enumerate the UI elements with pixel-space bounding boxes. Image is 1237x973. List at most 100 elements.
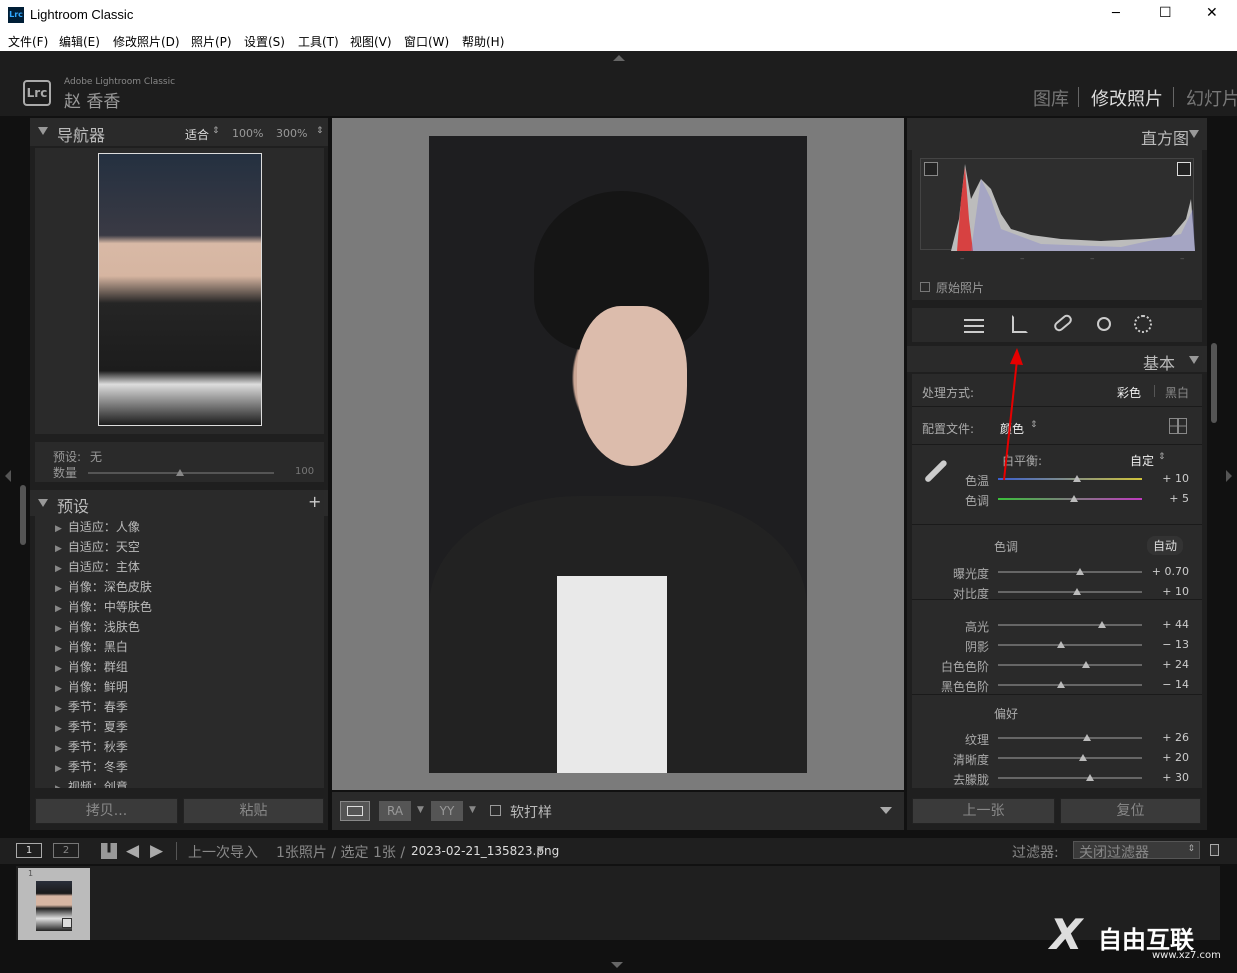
basic-header[interactable]: 基本 — [907, 346, 1207, 373]
top-panel-toggle-icon[interactable] — [613, 55, 625, 61]
filter-dropdown[interactable]: 关闭过滤器 ⇕ — [1073, 841, 1200, 861]
swap-before-after-button[interactable]: YY — [431, 801, 463, 821]
zoom-fit-chevron-icon[interactable]: ⇕ — [212, 126, 220, 136]
treatment-color[interactable]: 彩色 — [1117, 384, 1141, 401]
navigator-header[interactable]: 导航器 适合 ⇕ 100% 300% ⇕ — [30, 118, 328, 146]
slider-track[interactable] — [998, 737, 1142, 739]
module-library[interactable]: 图库 — [1033, 85, 1069, 111]
paste-button[interactable]: 粘贴 — [183, 798, 324, 824]
menu-tools[interactable]: 工具(T) — [298, 33, 339, 50]
slider-track[interactable] — [998, 591, 1142, 593]
slider-value[interactable]: − 13 — [1149, 638, 1189, 651]
slider-thumb[interactable] — [1057, 641, 1066, 648]
close-button[interactable]: ✕ — [1206, 5, 1218, 21]
grid-view-icon[interactable] — [101, 843, 117, 859]
filmstrip-thumbnail-cell[interactable]: 1 — [18, 868, 90, 940]
slider-track[interactable] — [998, 777, 1142, 779]
slider-value[interactable]: + 20 — [1149, 751, 1189, 764]
left-scrollbar[interactable] — [20, 485, 26, 545]
preset-item[interactable]: ▶ 自适应：主体 — [55, 558, 140, 575]
collapse-triangle-icon[interactable] — [1189, 130, 1199, 138]
maximize-button[interactable]: ☐ — [1159, 5, 1172, 21]
collapse-triangle-icon[interactable] — [38, 127, 48, 135]
profile-chevron-icon[interactable]: ⇕ — [1030, 420, 1038, 430]
menu-settings[interactable]: 设置(S) — [244, 33, 285, 50]
wb-chevron-icon[interactable]: ⇕ — [1158, 452, 1166, 462]
masking-tool-icon[interactable] — [1134, 315, 1152, 333]
slider-thumb[interactable] — [1078, 754, 1087, 761]
zoom-100[interactable]: 100% — [232, 127, 263, 140]
menu-help[interactable]: 帮助(H) — [462, 33, 504, 50]
forward-arrow-icon[interactable]: ▶ — [150, 841, 163, 861]
slider-value[interactable]: + 44 — [1149, 618, 1189, 631]
slider-track[interactable] — [998, 757, 1142, 759]
filter-lock-icon[interactable] — [1210, 844, 1219, 856]
menu-view[interactable]: 视图(V) — [350, 33, 392, 50]
preset-item[interactable]: ▶ 肖像：中等肤色 — [55, 598, 152, 615]
slider-thumb[interactable] — [1057, 681, 1066, 688]
minimize-button[interactable]: ─ — [1112, 6, 1120, 21]
healing-tool-icon[interactable] — [1052, 312, 1074, 334]
toolbar-menu-chevron-icon[interactable] — [880, 807, 892, 814]
preset-item[interactable]: ▶视频：创意 — [55, 778, 128, 788]
slider-value[interactable]: + 26 — [1149, 731, 1189, 744]
soft-proof-checkbox[interactable] — [490, 805, 501, 816]
preset-item[interactable]: ▶ 季节：夏季 — [55, 718, 128, 735]
slider-thumb[interactable] — [1081, 661, 1090, 668]
slider-value[interactable]: + 10 — [1149, 585, 1189, 598]
collapse-triangle-icon[interactable] — [1189, 356, 1199, 364]
menu-edit[interactable]: 编辑(E) — [59, 33, 100, 50]
sliders-icon[interactable] — [964, 316, 984, 334]
slider-value[interactable]: + 0.70 — [1149, 565, 1189, 578]
slider-thumb[interactable] — [1076, 568, 1085, 575]
preset-item[interactable]: ▶ 季节：春季 — [55, 698, 128, 715]
back-arrow-icon[interactable]: ◀ — [126, 841, 139, 861]
preset-item[interactable]: ▶ 肖像：深色皮肤 — [55, 578, 152, 595]
module-develop[interactable]: 修改照片 — [1091, 85, 1163, 111]
menu-photo[interactable]: 照片(P) — [191, 33, 232, 50]
slider-track[interactable] — [998, 664, 1142, 666]
before-after-lr-button[interactable]: RA — [379, 801, 411, 821]
profile-browser-grid-icon[interactable] — [1169, 418, 1187, 434]
bottom-panel-toggle-icon[interactable] — [611, 962, 623, 968]
source-label[interactable]: 上一次导入 — [188, 842, 258, 862]
preset-item[interactable]: ▶ 肖像：群组 — [55, 658, 128, 675]
preset-item[interactable]: ▶ 肖像：黑白 — [55, 638, 128, 655]
menu-window[interactable]: 窗口(W) — [404, 33, 449, 50]
slider-value[interactable]: + 30 — [1149, 771, 1189, 784]
left-panel-toggle-icon[interactable] — [5, 470, 11, 482]
preset-item[interactable]: ▶ 季节：冬季 — [55, 758, 128, 775]
before-after-chevron-icon[interactable]: ▼ — [417, 805, 424, 815]
tone-auto-button[interactable]: 自动 — [1147, 536, 1184, 555]
slider-track[interactable] — [998, 684, 1142, 686]
red-eye-tool-icon[interactable] — [1097, 317, 1111, 331]
wb-value[interactable]: 自定 — [1130, 452, 1154, 469]
slider-thumb[interactable] — [1073, 475, 1082, 482]
slider-thumb[interactable] — [1070, 495, 1079, 502]
copy-settings-chevron-icon[interactable]: ▼ — [469, 805, 476, 815]
histogram-header[interactable]: 直方图 — [907, 118, 1207, 150]
reset-button[interactable]: 复位 — [1060, 798, 1201, 824]
slider-track[interactable] — [998, 624, 1142, 626]
primary-window-button[interactable]: 1 — [16, 843, 42, 858]
module-slideshow[interactable]: 幻灯片 — [1186, 85, 1237, 111]
preset-item[interactable]: ▶ 自适应：天空 — [55, 538, 140, 555]
slider-track[interactable] — [998, 644, 1142, 646]
filename-chevron-icon[interactable]: ▼ — [537, 845, 544, 855]
loupe-view[interactable] — [332, 118, 904, 790]
collapse-triangle-icon[interactable] — [38, 499, 48, 507]
navigator-thumbnail[interactable] — [98, 153, 262, 426]
add-preset-icon[interactable]: + — [308, 492, 321, 511]
slider-thumb[interactable] — [1073, 588, 1082, 595]
highlight-clipping-icon[interactable] — [1177, 162, 1191, 176]
slider-thumb[interactable] — [1083, 734, 1092, 741]
amount-thumb[interactable] — [176, 469, 184, 476]
secondary-window-button[interactable]: 2 — [53, 843, 79, 858]
original-photo-checkbox[interactable] — [920, 282, 930, 292]
right-scrollbar[interactable] — [1211, 343, 1217, 423]
shadow-clipping-icon[interactable] — [924, 162, 938, 176]
menu-file[interactable]: 文件(F) — [8, 33, 48, 50]
slider-thumb[interactable] — [1086, 774, 1095, 781]
zoom-chevron-icon[interactable]: ⇕ — [316, 126, 324, 136]
presets-header[interactable]: 预设 + — [30, 490, 328, 516]
